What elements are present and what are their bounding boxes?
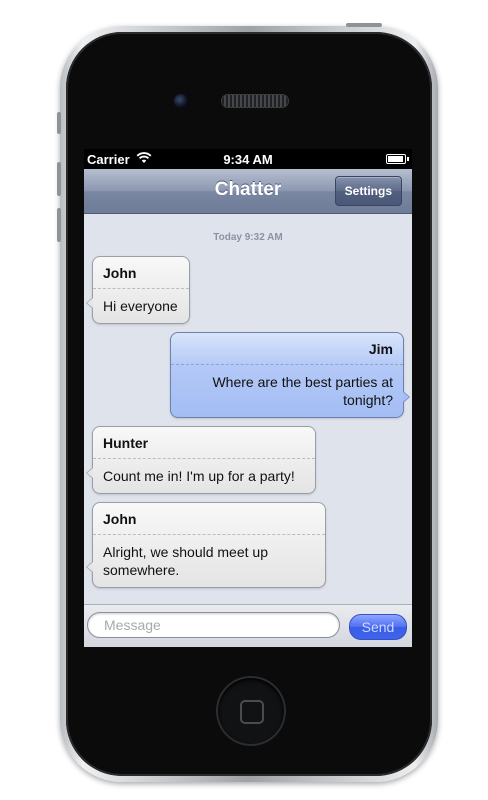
message-text: Count me in! I'm up for a party! [103,468,295,484]
message-sender: John [93,257,189,289]
bubble-tail [86,297,93,309]
home-square-icon [240,700,264,724]
volume-down-button [57,208,61,242]
mute-switch [57,112,61,134]
chat-timestamp: Today 9:32 AM [213,232,283,243]
status-bar: Carrier 9:34 AM [84,149,412,169]
message-sender: Hunter [93,427,315,459]
message-bubble-incoming[interactable]: John Hi everyone [86,256,190,324]
message-sender: John [93,503,325,535]
power-button [346,23,382,27]
message-bubble-outgoing[interactable]: Jim Where are the best parties at tonigh… [170,332,410,418]
phone-screen: Carrier 9:34 AM Chatter Settings Today 9… [84,149,412,647]
message-composer: Send [84,604,412,647]
message-text: Hi everyone [103,298,178,314]
volume-up-button [57,162,61,196]
bubble-tail [86,561,93,573]
status-time: 9:34 AM [223,152,273,167]
message-text: Alright, we should meet up somewhere. [103,544,268,578]
message-bubble-incoming[interactable]: Hunter Count me in! I'm up for a party! [86,426,316,494]
send-button[interactable]: Send [349,614,407,640]
home-button[interactable] [218,678,284,744]
earpiece-speaker [222,95,288,107]
bubble-tail [86,467,93,479]
battery-icon [386,154,409,164]
message-bubble-incoming[interactable]: John Alright, we should meet up somewher… [86,502,326,588]
chat-thread[interactable]: Today 9:32 AM John Hi everyone Jim Where… [84,214,412,604]
settings-button[interactable]: Settings [334,176,402,206]
message-sender: Jim [171,333,403,365]
front-camera [174,94,188,108]
bubble-tail [403,391,410,403]
navigation-bar: Chatter Settings [84,169,412,214]
message-text: Where are the best parties at tonight? [212,374,393,408]
message-input[interactable] [87,612,340,638]
battery-level [388,156,403,162]
